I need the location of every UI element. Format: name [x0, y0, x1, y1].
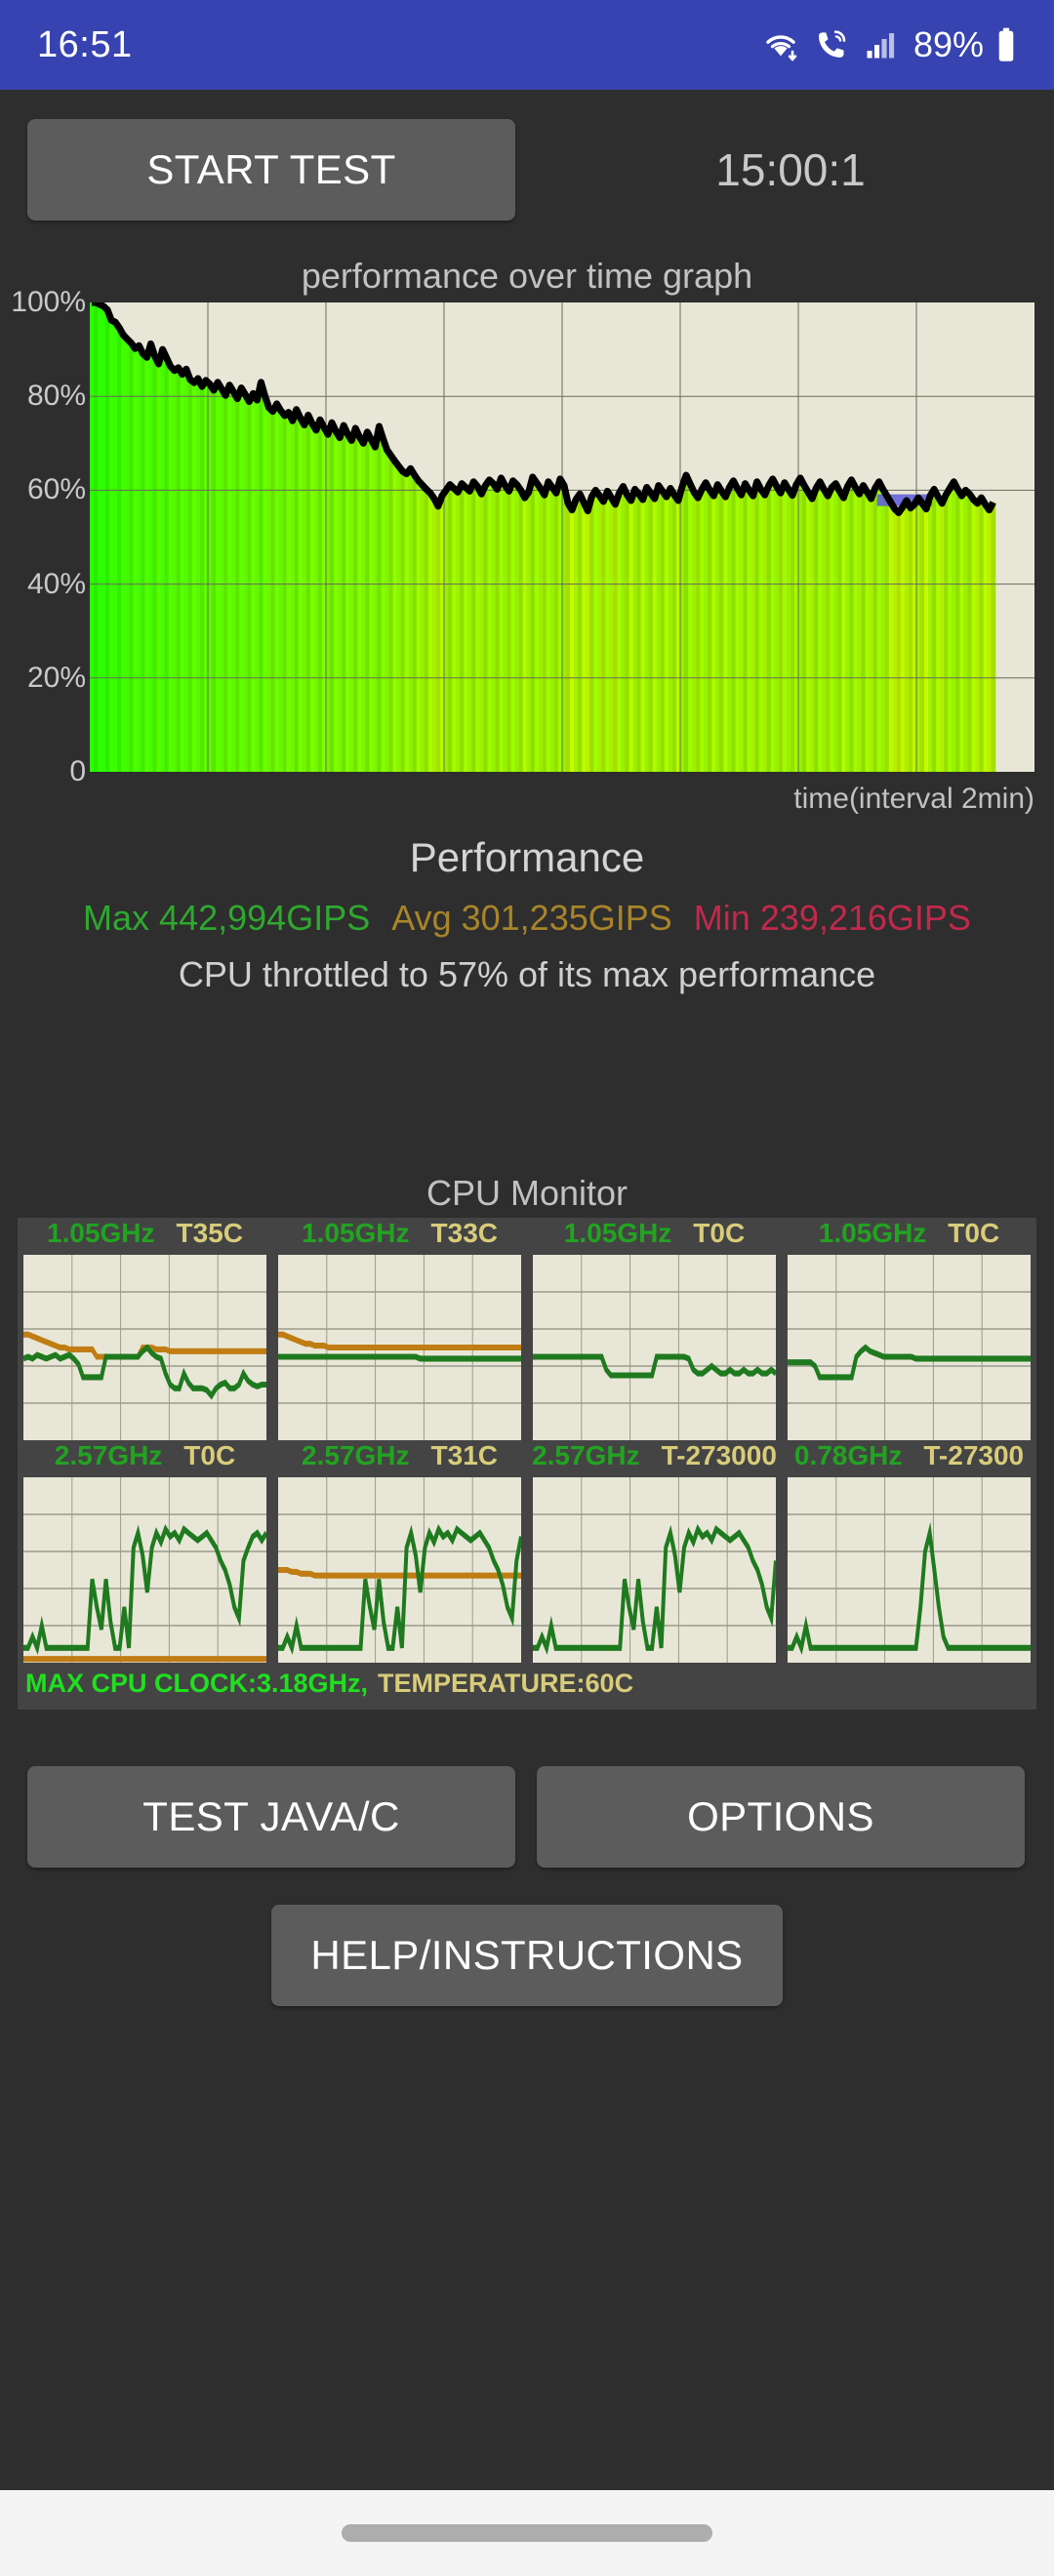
- performance-min-value: Min 239,216GIPS: [693, 898, 971, 938]
- system-navigation-bar: [0, 2490, 1054, 2576]
- y-tick-60: 60%: [26, 473, 86, 505]
- y-tick-80: 80%: [26, 380, 86, 412]
- cpu-core-mini-chart: [278, 1477, 521, 1663]
- cpu-core-cell: 1.05GHz T0C: [782, 1218, 1036, 1440]
- chart-x-axis-label: time(interval 2min): [793, 783, 1034, 815]
- cpu-monitor-footer: MAX CPU CLOCK:3.18GHz, TEMPERATURE:60C: [18, 1663, 1036, 1704]
- y-tick-40: 40%: [26, 568, 86, 600]
- options-button[interactable]: OPTIONS: [537, 1766, 1025, 1868]
- test-java-c-button[interactable]: TEST JAVA/C: [27, 1766, 515, 1868]
- cpu-core-mini-chart: [23, 1255, 266, 1440]
- cpu-core-clock: 1.05GHz: [47, 1218, 155, 1248]
- cpu-core-labels: 0.78GHz T-27300: [786, 1440, 1033, 1477]
- performance-section-title: Performance: [409, 834, 645, 880]
- cpu-core-labels: 1.05GHz T0C: [531, 1218, 778, 1255]
- cpu-core-cell: 1.05GHz T0C: [527, 1218, 782, 1440]
- cpu-core-clock: 2.57GHz: [302, 1440, 410, 1470]
- help-instructions-button[interactable]: HELP/INSTRUCTIONS: [271, 1905, 783, 2006]
- cpu-core-labels: 1.05GHz T0C: [786, 1218, 1033, 1255]
- cpu-core-labels: 1.05GHz T33C: [276, 1218, 523, 1255]
- home-gesture-pill[interactable]: [342, 2524, 712, 2542]
- cpu-monitor-title: CPU Monitor: [426, 1173, 628, 1213]
- call-signal-icon: [812, 26, 851, 63]
- cpu-core-mini-chart: [788, 1477, 1031, 1663]
- cpu-core-cell: 2.57GHz T31C: [272, 1440, 527, 1663]
- cpu-core-cell: 2.57GHz T-273000: [527, 1440, 782, 1663]
- cpu-core-cell: 1.05GHz T33C: [272, 1218, 527, 1440]
- cpu-core-clock: 2.57GHz: [532, 1440, 640, 1470]
- cpu-core-grid: 1.05GHz T35C 1.05GHz T33C 1.05GHz T0C 1.05GHz T…: [18, 1218, 1036, 1663]
- cpu-core-temp: T35C: [176, 1218, 243, 1248]
- cpu-core-mini-chart: [23, 1477, 266, 1663]
- cpu-core-temp: T-273000: [661, 1440, 777, 1470]
- chart-y-axis: 100% 80% 60% 40% 20% 0: [0, 286, 90, 787]
- y-tick-0: 0: [69, 755, 86, 787]
- performance-max-value: Max 442,994GIPS: [83, 898, 371, 938]
- cpu-core-mini-chart: [278, 1255, 521, 1440]
- cpu-core-mini-chart: [788, 1255, 1031, 1440]
- cpu-core-mini-chart: [533, 1477, 776, 1663]
- cpu-core-temp: T33C: [430, 1218, 498, 1248]
- cpu-core-cell: 1.05GHz T35C: [18, 1218, 272, 1440]
- throttle-summary-text: CPU throttled to 57% of its max performa…: [178, 954, 876, 994]
- status-bar: 16:51 89%: [0, 0, 1054, 90]
- cpu-core-clock: 0.78GHz: [793, 1440, 903, 1470]
- y-tick-20: 20%: [26, 662, 86, 694]
- battery-percent-label: 89%: [912, 24, 984, 64]
- cpu-core-clock: 1.05GHz: [818, 1218, 927, 1248]
- performance-chart-title: performance over time graph: [301, 256, 753, 296]
- cpu-monitor-panel: 1.05GHz T35C 1.05GHz T33C 1.05GHz T0C 1.05GHz T…: [18, 1218, 1036, 1710]
- cpu-core-clock: 1.05GHz: [563, 1218, 672, 1248]
- start-test-button[interactable]: START TEST: [27, 119, 515, 221]
- cellular-signal-icon: [863, 26, 898, 63]
- max-cpu-clock-label: MAX CPU CLOCK:3.18GHz,: [25, 1668, 369, 1698]
- temperature-label: TEMPERATURE:60C: [378, 1668, 634, 1698]
- performance-stats: Max 442,994GIPS Avg 301,235GIPS Min 239,…: [0, 898, 1054, 939]
- cpu-core-labels: 2.57GHz T-273000: [531, 1440, 778, 1477]
- app-screen: 16:51 89% START TEST 15:00:1 performance…: [0, 0, 1054, 2576]
- cpu-core-labels: 1.05GHz T35C: [21, 1218, 268, 1255]
- test-timer: 15:00:1: [715, 144, 866, 195]
- cpu-core-labels: 2.57GHz T0C: [21, 1440, 268, 1477]
- cpu-core-temp: T-27300: [923, 1440, 1025, 1470]
- performance-chart: 100% 80% 60% 40% 20% 0: [0, 286, 1054, 787]
- cpu-core-row: 1.05GHz T35C 1.05GHz T33C 1.05GHz T0C 1.05GHz T…: [18, 1218, 1036, 1440]
- battery-icon: [995, 26, 1017, 63]
- performance-avg-value: Avg 301,235GIPS: [391, 898, 672, 938]
- cpu-core-temp: T0C: [693, 1218, 746, 1248]
- chart-plot-area: [90, 302, 1034, 772]
- y-tick-100: 100%: [11, 286, 86, 318]
- cpu-core-cell: 0.78GHz T-27300: [782, 1440, 1036, 1663]
- cpu-core-cell: 2.57GHz T0C: [18, 1440, 272, 1663]
- cpu-core-temp: T0C: [948, 1218, 1000, 1248]
- wifi-icon: [761, 26, 800, 63]
- top-control-row: START TEST 15:00:1: [0, 119, 1054, 226]
- cpu-core-temp: T31C: [430, 1440, 498, 1470]
- cpu-core-clock: 2.57GHz: [54, 1440, 163, 1470]
- cpu-core-row: 2.57GHz T0C 2.57GHz T31C 2.57GHz T-273000 0.78…: [18, 1440, 1036, 1663]
- cpu-core-mini-chart: [533, 1255, 776, 1440]
- cpu-core-temp: T0C: [183, 1440, 236, 1470]
- status-bar-clock: 16:51: [37, 23, 133, 65]
- status-bar-icons: 89%: [761, 24, 1017, 65]
- cpu-core-labels: 2.57GHz T31C: [276, 1440, 523, 1477]
- cpu-core-clock: 1.05GHz: [302, 1218, 410, 1248]
